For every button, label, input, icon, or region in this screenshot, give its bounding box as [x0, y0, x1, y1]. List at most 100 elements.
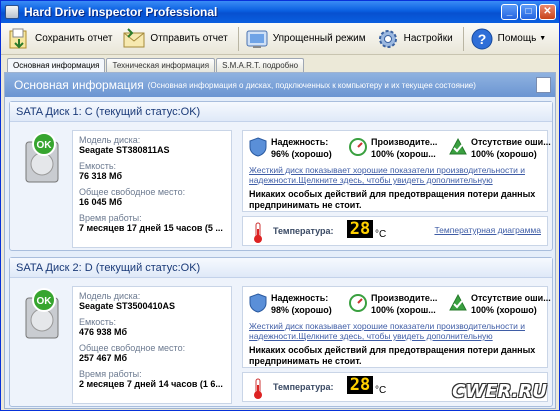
reliability-label: Надежность:	[271, 293, 329, 303]
no-errors-value: 100% (хорошо)	[471, 305, 537, 315]
reliability-stat: Надежность: 96% (хорошо)	[249, 137, 332, 160]
shield-icon	[249, 137, 267, 157]
simple-mode-icon	[245, 27, 269, 51]
help-menu-button[interactable]: ? Помощь ▼	[470, 24, 547, 54]
status-box: Надежность: 98% (хорошо) Производите... 10…	[242, 286, 551, 368]
page-subtitle: (Основная информация о дисках, подключен…	[147, 80, 476, 90]
hard-drive-icon: OK	[22, 132, 62, 184]
advice-text: Никаких особых действий для предотвращен…	[249, 189, 536, 210]
simple-mode-label: Упрощенный режим	[272, 33, 366, 44]
uptime-label: Время работы:	[79, 369, 142, 379]
details-link[interactable]: Жесткий диск показывает хорошие показате…	[249, 165, 545, 185]
simple-mode-button[interactable]: Упрощенный режим	[245, 24, 366, 54]
chevron-down-icon: ▼	[539, 35, 547, 42]
reliability-label: Надежность:	[271, 137, 329, 147]
no-errors-stat: Отсутствие оши... 100% (хорошо)	[449, 137, 551, 160]
temperature-label: Температура:	[273, 226, 334, 236]
performance-label: Производите...	[371, 137, 438, 147]
capacity-label: Емкость:	[79, 161, 117, 171]
temperature-chart-link[interactable]: Температурная диаграмма	[434, 225, 541, 235]
tab-basic-info[interactable]: Основная информация	[7, 58, 106, 73]
disk-info-box: Модель диска: Seagate ST380811AS Емкость:…	[72, 130, 232, 248]
toolbar: Сохранить отчет Отправить отчет Упрощенн…	[1, 23, 559, 55]
check-triangle-icon	[449, 137, 467, 155]
document-icon[interactable]	[536, 77, 551, 93]
title-bar[interactable]: Hard Drive Inspector Professional _ □ ✕	[1, 1, 559, 23]
disk-header: SATA Диск 2: D (текущий статус:OK)	[10, 258, 552, 278]
settings-label: Настройки	[403, 33, 453, 44]
gauge-icon	[349, 294, 367, 312]
svg-text:?: ?	[477, 31, 486, 47]
performance-value: 100% (хорош...	[371, 149, 436, 159]
performance-value: 100% (хорош...	[371, 305, 436, 315]
reliability-stat: Надежность: 98% (хорошо)	[249, 293, 332, 316]
no-errors-label: Отсутствие оши...	[471, 293, 551, 303]
toolbar-separator	[462, 26, 464, 51]
status-box: Надежность: 96% (хорошо) Производите... 10…	[242, 130, 551, 212]
app-window: Hard Drive Inspector Professional _ □ ✕ …	[0, 0, 560, 411]
reliability-value: 96% (хорошо)	[271, 149, 332, 159]
free-space-label: Общее свободное место:	[79, 343, 186, 353]
model-value: Seagate ST380811AS	[79, 145, 170, 155]
save-report-icon	[7, 27, 31, 51]
free-space-value: 257 467 Мб	[79, 353, 128, 363]
disk-card: SATA Диск 1: C (текущий статус:OK) OK Мо…	[9, 101, 553, 251]
disk-info-box: Модель диска: Seagate ST3500410AS Емкость…	[72, 286, 232, 404]
uptime-label: Время работы:	[79, 213, 142, 223]
send-report-button[interactable]: Отправить отчет	[122, 24, 228, 54]
settings-button[interactable]: Настройки	[376, 24, 453, 54]
model-label: Модель диска:	[79, 135, 141, 145]
help-label: Помощь	[497, 33, 537, 44]
details-link[interactable]: Жесткий диск показывает хорошие показате…	[249, 321, 545, 341]
check-triangle-icon	[449, 293, 467, 311]
section-header: Основная информация (Основная информация…	[5, 73, 555, 97]
gauge-icon	[349, 138, 367, 156]
content-panel: Основная информация (Основная информация…	[4, 72, 556, 409]
thermometer-icon	[254, 378, 262, 399]
no-errors-value: 100% (хорошо)	[471, 149, 537, 159]
uptime-value: 7 месяцев 17 дней 15 часов (5 ...	[79, 223, 223, 233]
help-icon: ?	[470, 27, 494, 51]
watermark: CWER.RU	[452, 381, 547, 402]
temperature-value: 28	[347, 220, 373, 238]
advice-text: Никаких особых действий для предотвращен…	[249, 345, 536, 366]
performance-stat: Производите... 100% (хорош...	[349, 137, 437, 160]
tab-technical-info[interactable]: Техническая информация	[106, 58, 216, 72]
performance-stat: Производите... 100% (хорош...	[349, 293, 437, 316]
hard-drive-icon: OK	[22, 288, 62, 340]
model-value: Seagate ST3500410AS	[79, 301, 176, 311]
window-title: Hard Drive Inspector Professional	[24, 5, 218, 19]
toolbar-separator	[237, 26, 239, 51]
maximize-button[interactable]: □	[520, 4, 537, 20]
save-report-button[interactable]: Сохранить отчет	[7, 24, 112, 54]
disk-header: SATA Диск 1: C (текущий статус:OK)	[10, 102, 552, 122]
temperature-unit: °C	[375, 229, 387, 240]
temperature-value: 28	[347, 376, 373, 394]
shield-icon	[249, 293, 267, 313]
capacity-value: 476 938 Мб	[79, 327, 128, 337]
page-title: Основная информация	[14, 78, 144, 92]
app-icon	[5, 5, 19, 19]
email-icon	[122, 27, 146, 51]
free-space-label: Общее свободное место:	[79, 187, 186, 197]
tab-smart[interactable]: S.M.A.R.T. подробно	[216, 58, 305, 72]
performance-label: Производите...	[371, 293, 438, 303]
capacity-value: 76 318 Мб	[79, 171, 123, 181]
thermometer-icon	[254, 222, 262, 243]
no-errors-label: Отсутствие оши...	[471, 137, 551, 147]
temperature-unit: °C	[375, 385, 387, 396]
ok-badge: OK	[37, 296, 53, 307]
temperature-box: Температура: 28 °C Температурная диаграм…	[242, 216, 548, 246]
gear-icon	[376, 27, 400, 51]
model-label: Модель диска:	[79, 291, 141, 301]
uptime-value: 2 месяцев 7 дней 14 часов (1 6...	[79, 379, 223, 389]
send-report-label: Отправить отчет	[150, 33, 228, 44]
tab-bar: Основная информация Техническая информац…	[7, 58, 305, 73]
no-errors-stat: Отсутствие оши... 100% (хорошо)	[449, 293, 551, 316]
save-report-label: Сохранить отчет	[35, 33, 113, 44]
capacity-label: Емкость:	[79, 317, 117, 327]
close-button[interactable]: ✕	[539, 4, 556, 20]
minimize-button[interactable]: _	[501, 4, 518, 20]
free-space-value: 16 045 Мб	[79, 197, 123, 207]
reliability-value: 98% (хорошо)	[271, 305, 332, 315]
